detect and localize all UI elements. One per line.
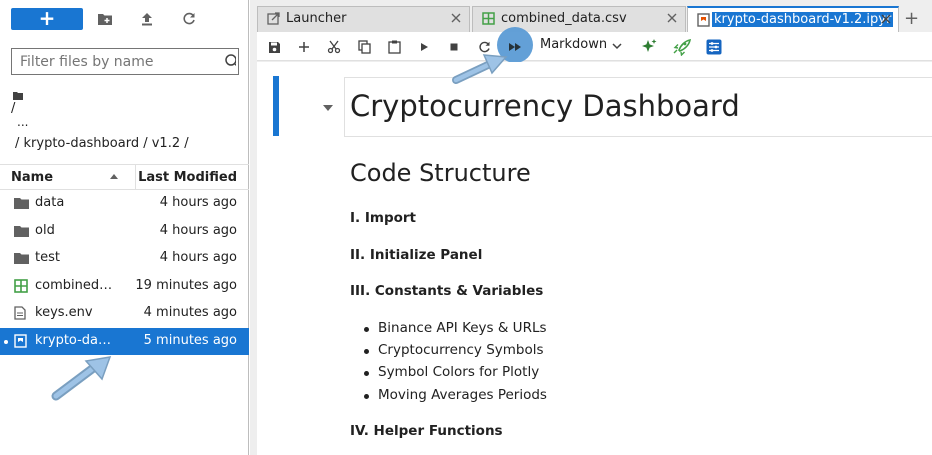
notebook-content: Cryptocurrency Dashboard Code Structure … — [257, 62, 932, 455]
new-launcher-button[interactable]: + — [11, 8, 83, 30]
notebook-icon — [14, 334, 30, 349]
filter-files-field[interactable] — [11, 48, 239, 75]
file-modified: 5 minutes ago — [143, 333, 237, 348]
save-icon[interactable] — [266, 39, 282, 55]
search-icon — [224, 53, 236, 69]
paste-icon[interactable] — [386, 39, 402, 55]
tab-krypto-dashboard-notebook[interactable]: krypto-dashboard-v1.2.ipyr — [687, 6, 899, 32]
close-icon[interactable] — [666, 12, 678, 24]
file-row-keys[interactable]: keys.env 4 minutes ago — [0, 300, 249, 327]
outline-item: IV. Helper Functions — [350, 423, 503, 439]
rocket-icon[interactable] — [670, 38, 692, 56]
notebook-title: Cryptocurrency Dashboard — [350, 89, 740, 123]
section-heading: Code Structure — [350, 159, 531, 187]
breadcrumb-home-folder-icon[interactable] — [13, 85, 23, 100]
tab-label: combined_data.csv — [501, 11, 627, 26]
collapse-heading-icon[interactable] — [323, 105, 333, 111]
cut-icon[interactable] — [326, 39, 342, 55]
file-row-krypto-dashboard[interactable]: krypto-das… 5 minutes ago — [0, 328, 249, 355]
annotation-arrow-icon — [452, 54, 508, 84]
filter-input[interactable] — [12, 49, 212, 74]
outline-item: II. Initialize Panel — [350, 247, 483, 263]
spreadsheet-icon — [482, 12, 495, 26]
close-icon[interactable] — [450, 12, 462, 24]
settings-sliders-icon[interactable] — [706, 39, 722, 55]
upload-icon[interactable] — [138, 10, 156, 28]
file-name: keys.env — [35, 305, 93, 320]
tab-label: krypto-dashboard-v1.2.ipyr — [712, 12, 894, 27]
file-name: test — [35, 250, 60, 265]
folder-icon — [14, 196, 30, 211]
copy-icon[interactable] — [356, 39, 372, 55]
file-name: old — [35, 223, 55, 238]
file-browser-toolbar: + — [0, 0, 249, 38]
name-column-header[interactable]: Name — [11, 170, 53, 185]
notebook-icon — [697, 13, 710, 27]
active-cell-indicator — [273, 76, 279, 136]
running-indicator — [4, 340, 8, 344]
file-name: data — [35, 195, 65, 210]
breadcrumb-root[interactable]: / — [11, 101, 15, 116]
outline-item: I. Import — [350, 210, 416, 226]
file-browser-panel: + / ... / krypto-dashboard / v1.2 / Name — [0, 0, 249, 455]
chevron-down-icon[interactable] — [611, 37, 623, 50]
tab-bar: Launcher combined_data.csv krypto-dashbo… — [250, 0, 932, 32]
file-icon — [14, 306, 30, 321]
annotation-arrow-icon — [51, 356, 112, 401]
file-modified: 4 hours ago — [159, 250, 237, 265]
file-modified: 4 hours ago — [159, 195, 237, 210]
file-row-combined[interactable]: combined… 19 minutes ago — [0, 273, 249, 300]
file-row-old[interactable]: old 4 hours ago — [0, 218, 249, 245]
add-cell-icon[interactable] — [296, 39, 312, 55]
close-icon[interactable] — [880, 13, 892, 25]
file-list-header: Name Last Modified — [0, 164, 249, 190]
file-modified: 19 minutes ago — [135, 278, 237, 293]
tab-combined-data-csv[interactable]: combined_data.csv — [472, 6, 686, 32]
file-modified: 4 minutes ago — [143, 305, 237, 320]
folder-icon — [14, 251, 30, 266]
bullet-item: Moving Averages Periods — [364, 387, 547, 403]
file-row-test[interactable]: test 4 hours ago — [0, 245, 249, 272]
sparkle-icon[interactable] — [640, 39, 658, 55]
run-icon[interactable] — [416, 39, 432, 55]
new-folder-icon[interactable] — [96, 10, 114, 28]
last-modified-column-header[interactable]: Last Modified — [138, 170, 237, 185]
bullet-item: Binance API Keys & URLs — [364, 320, 547, 336]
main-area: Launcher combined_data.csv krypto-dashbo… — [250, 0, 932, 455]
bullet-item: Cryptocurrency Symbols — [364, 342, 544, 358]
outline-item: III. Constants & Variables — [350, 283, 544, 299]
breadcrumb-ellipsis[interactable]: ... — [17, 116, 28, 128]
breadcrumb-path[interactable]: / krypto-dashboard / v1.2 / — [15, 136, 189, 151]
file-row-data[interactable]: data 4 hours ago — [0, 190, 249, 217]
tab-label: Launcher — [286, 11, 347, 26]
file-name: combined… — [35, 278, 113, 293]
launcher-icon — [267, 12, 280, 26]
jupyterlab-window: + / ... / krypto-dashboard / v1.2 / Name — [0, 0, 932, 455]
cell-type-select[interactable]: Markdown — [540, 37, 607, 52]
file-name: krypto-das… — [35, 333, 115, 348]
refresh-icon[interactable] — [180, 10, 198, 28]
spreadsheet-icon — [14, 279, 30, 294]
tab-launcher[interactable]: Launcher — [257, 6, 470, 32]
sort-ascending-icon — [110, 174, 118, 179]
new-tab-button[interactable]: + — [904, 8, 919, 29]
column-divider[interactable] — [135, 165, 136, 189]
bullet-item: Symbol Colors for Plotly — [363, 364, 540, 380]
notebook-toolbar: Markdown — [257, 27, 932, 63]
file-modified: 4 hours ago — [159, 223, 237, 238]
folder-icon — [14, 224, 30, 239]
